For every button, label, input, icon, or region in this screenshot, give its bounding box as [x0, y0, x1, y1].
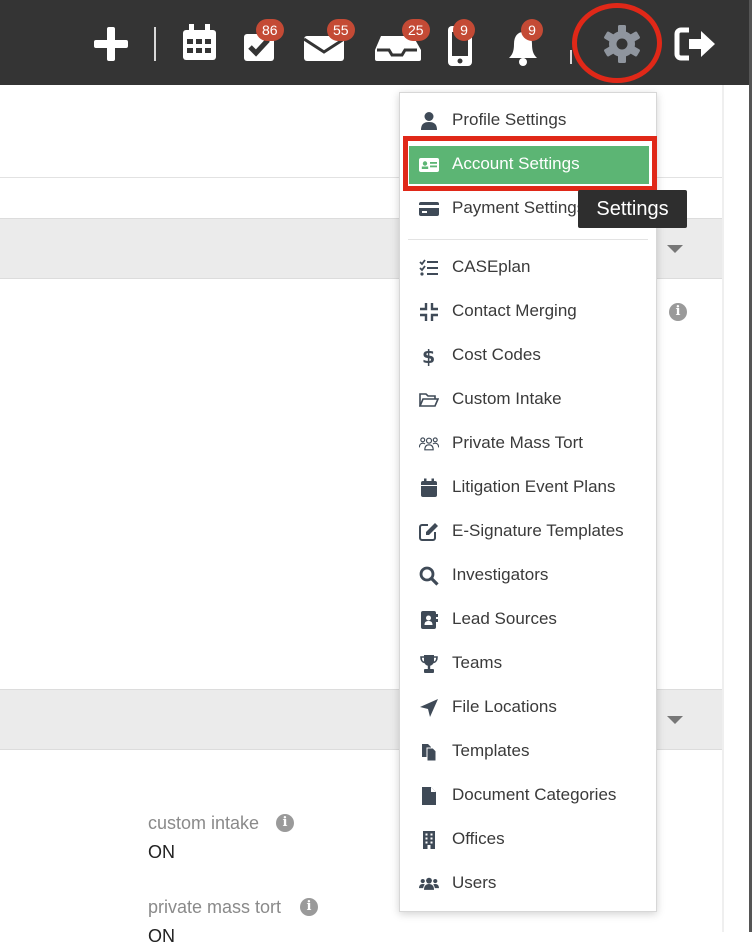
chevron-down-icon[interactable]: [667, 716, 683, 724]
menu-item-label: E-Signature Templates: [452, 521, 624, 540]
menu-item-label: Litigation Event Plans: [452, 477, 616, 496]
menu-item-investigators[interactable]: Investigators: [400, 556, 656, 596]
svg-text:$: $: [422, 346, 435, 366]
dollar-icon: $: [422, 346, 435, 366]
menu-item-teams[interactable]: Teams: [400, 644, 656, 684]
folder-open-icon: [419, 393, 439, 407]
menu-item-contact-merging[interactable]: Contact Merging: [400, 292, 656, 332]
menu-item-label: File Locations: [452, 697, 557, 716]
menu-item-private-mass-tort[interactable]: Private Mass Tort: [400, 424, 656, 464]
calendar-icon: [421, 478, 437, 497]
content-right-border: [722, 85, 724, 932]
location-arrow-icon: [420, 699, 438, 717]
top-navigation-bar: 86 55 25 9 9: [0, 0, 752, 85]
menu-item-label: Profile Settings: [452, 110, 567, 129]
menu-item-templates[interactable]: Templates: [400, 732, 656, 772]
menu-item-label: CASEplan: [452, 257, 531, 276]
sign-out-icon[interactable]: [673, 20, 719, 68]
tasks-badge: 86: [256, 19, 284, 41]
menu-item-label: Teams: [452, 653, 503, 672]
account-settings-highlight-box: [403, 136, 657, 191]
building-icon: [423, 831, 435, 849]
menu-divider: [408, 239, 648, 240]
menu-item-caseplan[interactable]: CASEplan: [400, 248, 656, 288]
menu-item-label: Private Mass Tort: [452, 433, 584, 452]
menu-item-label: Investigators: [452, 565, 549, 584]
credit-card-icon: [419, 202, 439, 216]
group-icon: [419, 437, 439, 451]
custom-intake-label: custom intake: [148, 813, 260, 833]
add-icon[interactable]: [91, 20, 137, 68]
menu-item-cost-codes[interactable]: $ Cost Codes: [400, 336, 656, 376]
inbox-badge: 25: [402, 19, 430, 41]
menu-item-label: Custom Intake: [452, 389, 562, 408]
custom-intake-value: ON: [148, 842, 175, 862]
toolbar-divider: [154, 27, 156, 61]
menu-item-label: Users: [452, 873, 497, 892]
users-icon: [419, 877, 439, 890]
phone-badge: 9: [453, 19, 475, 41]
menu-item-offices[interactable]: Offices: [400, 820, 656, 860]
copy-icon: [422, 744, 437, 762]
menu-item-label: Contact Merging: [452, 301, 577, 320]
menu-item-label: Lead Sources: [452, 609, 557, 628]
settings-tooltip: Settings: [578, 190, 687, 228]
menu-item-label: Templates: [452, 741, 530, 760]
menu-item-profile-settings[interactable]: Profile Settings: [400, 101, 656, 141]
info-icon[interactable]: i: [669, 303, 687, 321]
search-icon: [419, 566, 439, 586]
menu-item-label: Cost Codes: [452, 345, 541, 364]
notifications-badge: 9: [521, 19, 543, 41]
info-icon[interactable]: i: [300, 898, 318, 916]
toolbar-divider: [570, 50, 572, 64]
menu-item-e-signature-templates[interactable]: E-Signature Templates: [400, 512, 656, 552]
address-book-icon: [421, 611, 438, 629]
compress-icon: [420, 303, 438, 321]
menu-item-lead-sources[interactable]: Lead Sources: [400, 600, 656, 640]
menu-item-users[interactable]: Users: [400, 864, 656, 904]
private-mass-tort-label: private mass tort: [148, 897, 282, 917]
menu-item-file-locations[interactable]: File Locations: [400, 688, 656, 728]
menu-item-label: Offices: [452, 829, 505, 848]
menu-item-document-categories[interactable]: Document Categories: [400, 776, 656, 816]
menu-item-custom-intake[interactable]: Custom Intake: [400, 380, 656, 420]
trophy-icon: [420, 655, 438, 673]
mail-badge: 55: [327, 19, 355, 41]
info-icon[interactable]: i: [276, 814, 294, 832]
menu-item-label: Payment Settings: [452, 198, 586, 217]
private-mass-tort-value: ON: [148, 926, 175, 946]
chevron-down-icon[interactable]: [667, 245, 683, 253]
file-icon: [422, 787, 436, 805]
settings-highlight-circle: [572, 3, 662, 83]
edit-icon: [419, 523, 438, 541]
calendar-icon[interactable]: [180, 20, 226, 68]
menu-item-litigation-event-plans[interactable]: Litigation Event Plans: [400, 468, 656, 508]
user-icon: [421, 112, 437, 130]
task-list-icon: [419, 259, 438, 276]
menu-item-label: Document Categories: [452, 785, 617, 804]
